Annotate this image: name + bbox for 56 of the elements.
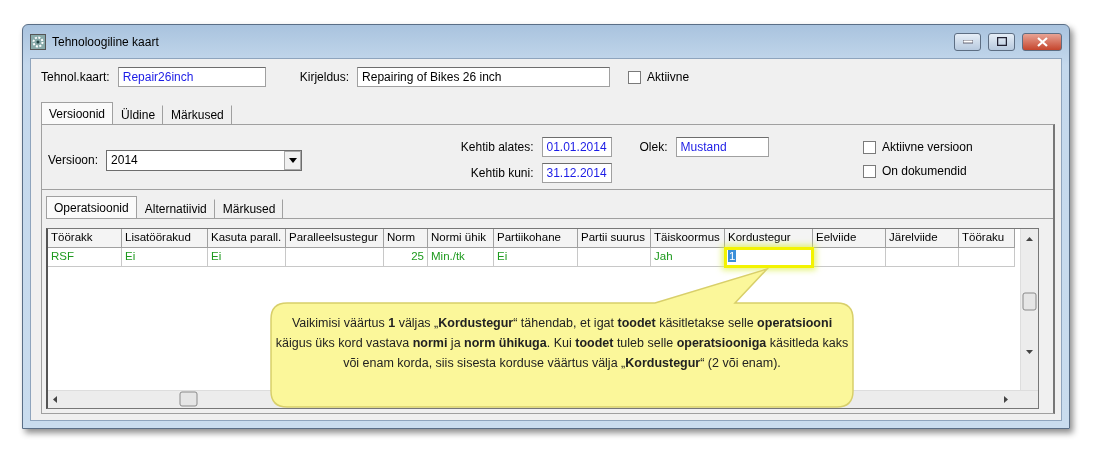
field-label: Kehtib kuni:	[470, 166, 534, 180]
date-field[interactable]: 01.01.2014	[541, 137, 612, 157]
vertical-scrollbar[interactable]	[1020, 229, 1038, 390]
column-header[interactable]: Lisatöörakud	[122, 229, 208, 248]
table-cell[interactable]	[886, 248, 959, 267]
status-field[interactable]: Mustand	[675, 137, 769, 157]
field-label: Versioon:	[48, 153, 99, 167]
table-cell[interactable]	[959, 248, 1015, 267]
callout-text: Vaikimisi väärtus 1 väljas „Kordustegur“ tähendab, et igat toodet käsitletakse selle operatsiooni käigus üks kord vastava normi ja norm ühikuga. Kui toodet tuleb selle operatsiooniga käsitleda kaks või enam korda, siis sisesta korduse väärtus välja „Kordustegur“ (2 või enam).	[275, 315, 849, 372]
column-header[interactable]: Tööraku	[959, 229, 1015, 248]
field-label: Kehtib alates:	[460, 140, 534, 154]
gear-icon	[30, 33, 46, 50]
column-header[interactable]: Normi ühik	[428, 229, 494, 248]
table-cell[interactable]: RSF	[48, 248, 122, 267]
tab[interactable]: Operatsioonid	[46, 196, 137, 218]
minimize-icon	[962, 39, 973, 44]
column-header[interactable]: Paralleelsustegur	[286, 229, 384, 248]
column-header[interactable]: Partiikohane	[494, 229, 578, 248]
table-cell[interactable]: Ei	[494, 248, 578, 267]
close-button[interactable]	[1022, 32, 1062, 51]
table-cell[interactable]: 25	[384, 248, 428, 267]
minimize-button[interactable]	[954, 32, 981, 51]
table-cell[interactable]	[286, 248, 384, 267]
column-header[interactable]: Täiskoormus	[651, 229, 725, 248]
table-cell[interactable]: Ei	[208, 248, 286, 267]
column-header[interactable]: Partii suurus	[578, 229, 651, 248]
checkbox[interactable]	[628, 70, 642, 84]
text-field[interactable]: Repairing of Bikes 26 inch	[357, 67, 611, 87]
checkbox-label: Aktiivne	[647, 70, 690, 84]
maximize-icon	[996, 37, 1007, 46]
checkbox-label: On dokumendid	[881, 164, 967, 178]
checkbox[interactable]	[862, 140, 876, 154]
column-header[interactable]: Norm	[384, 229, 428, 248]
field-label: Tehnol.kaart:	[41, 70, 110, 84]
maximize-button[interactable]	[988, 32, 1015, 51]
table-cell[interactable]	[578, 248, 651, 267]
column-header[interactable]: Eelviide	[813, 229, 886, 248]
field-label: Kirjeldus:	[299, 70, 350, 84]
date-field[interactable]: 31.12.2014	[541, 163, 612, 183]
dropdown-button[interactable]	[284, 150, 302, 170]
window-title: Tehnoloogiline kaart	[52, 34, 160, 49]
version-dropdown[interactable]: 2014	[106, 149, 303, 171]
table-cell[interactable]: Min./tk	[428, 248, 494, 267]
checkbox[interactable]	[862, 164, 876, 178]
table-cell[interactable]	[813, 248, 886, 267]
tab[interactable]: Versioonid	[41, 102, 114, 124]
text-field[interactable]: Repair26inch	[117, 67, 266, 87]
caret-icon	[288, 157, 297, 163]
table-cell[interactable]: Ei	[122, 248, 208, 267]
table-cell[interactable]: Jah	[651, 248, 725, 267]
close-icon	[1036, 36, 1048, 47]
checkbox-label: Aktiivne versioon	[881, 140, 973, 154]
field-label: Olek:	[639, 140, 668, 154]
column-header[interactable]: Töörakk	[48, 229, 122, 248]
column-header[interactable]: Järelviide	[886, 229, 959, 248]
column-header[interactable]: Kasuta parall.	[208, 229, 286, 248]
